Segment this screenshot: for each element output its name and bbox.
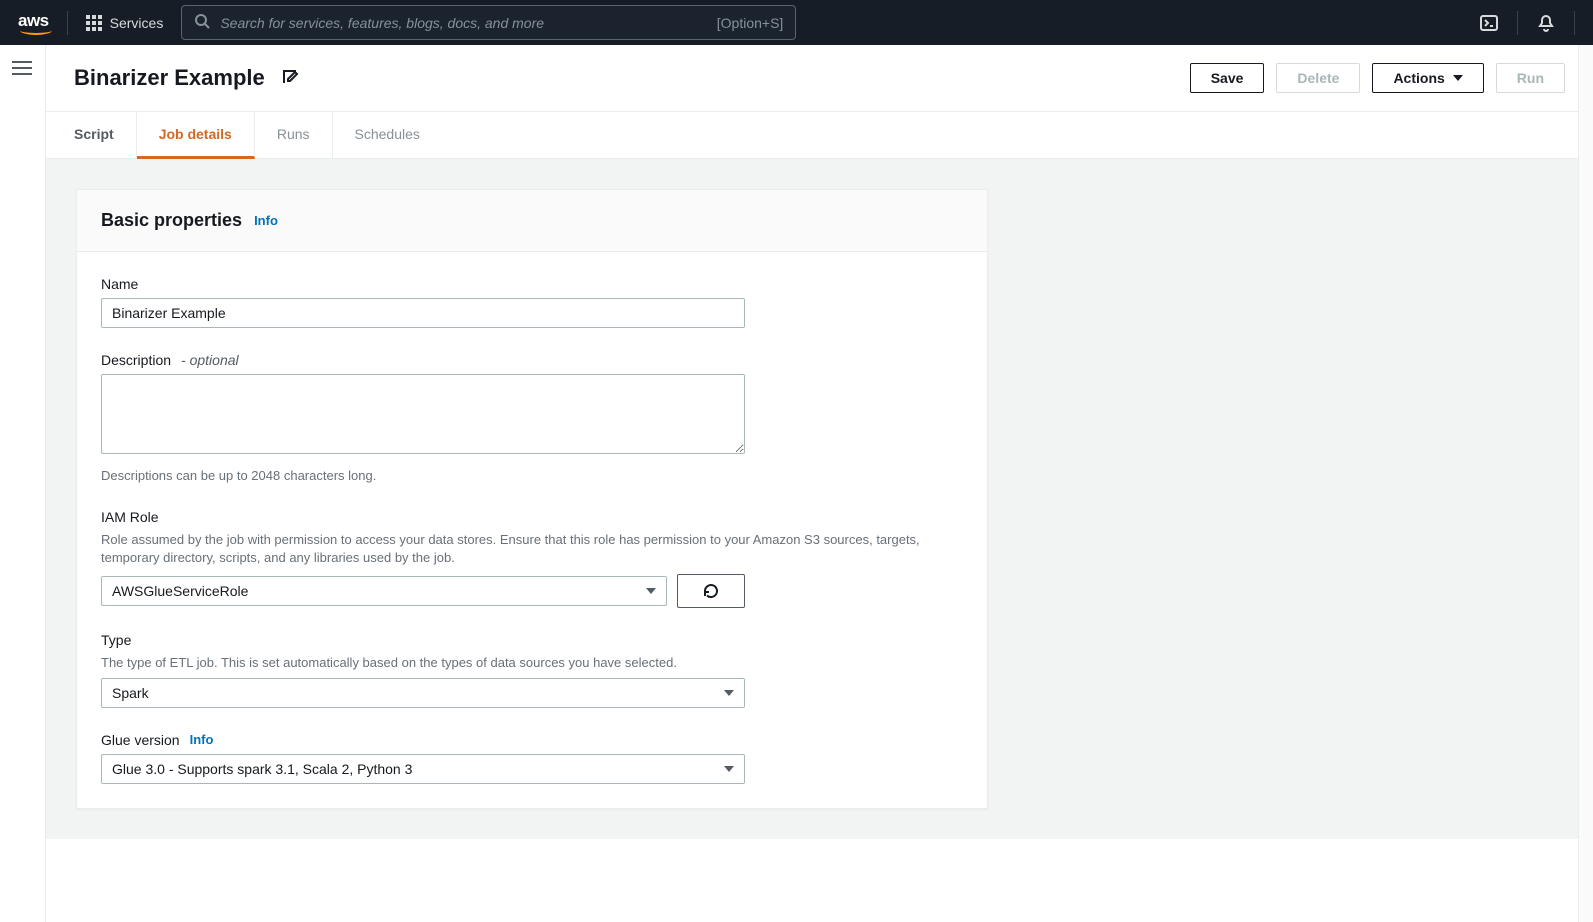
label-optional: - optional xyxy=(181,352,239,368)
services-label: Services xyxy=(110,15,164,31)
grid-icon xyxy=(86,15,102,31)
basic-properties-panel: Basic properties Info Name Description -… xyxy=(76,189,988,809)
delete-button[interactable]: Delete xyxy=(1276,63,1360,93)
page-title: Binarizer Example xyxy=(74,65,265,91)
aws-logo[interactable]: aws xyxy=(18,11,49,35)
glue-version-select[interactable]: Glue 3.0 - Supports spark 3.1, Scala 2, … xyxy=(101,754,745,784)
tab-runs[interactable]: Runs xyxy=(255,112,333,158)
nav-divider xyxy=(67,11,68,35)
nav-divider xyxy=(1517,11,1518,35)
search-icon xyxy=(194,13,210,32)
chevron-down-icon xyxy=(1453,75,1463,81)
scrollbar[interactable] xyxy=(1578,45,1593,922)
field-type: Type The type of ETL job. This is set au… xyxy=(101,632,963,708)
tabs: Script Job details Runs Schedules xyxy=(46,112,1593,159)
field-description: Description - optional Descriptions can … xyxy=(101,352,963,485)
description-input[interactable] xyxy=(101,374,745,454)
label-type: Type xyxy=(101,632,963,648)
type-value: Spark xyxy=(112,685,149,701)
actions-button[interactable]: Actions xyxy=(1372,63,1483,93)
type-help: The type of ETL job. This is set automat… xyxy=(101,654,963,672)
cloudshell-icon[interactable] xyxy=(1479,13,1499,33)
search-input[interactable] xyxy=(220,15,706,31)
page-header: Binarizer Example Save Delete Actions Ru… xyxy=(46,45,1593,112)
name-input[interactable] xyxy=(101,298,745,328)
tab-job-details[interactable]: Job details xyxy=(137,112,255,159)
save-button[interactable]: Save xyxy=(1190,63,1265,93)
iam-role-help: Role assumed by the job with permission … xyxy=(101,531,963,567)
panel-info-link[interactable]: Info xyxy=(254,213,278,228)
tab-schedules[interactable]: Schedules xyxy=(333,112,442,158)
actions-label: Actions xyxy=(1393,70,1444,86)
side-nav-toggle[interactable] xyxy=(12,58,32,78)
label-glue-version: Glue version xyxy=(101,732,180,748)
search-shortcut: [Option+S] xyxy=(717,15,784,31)
notifications-icon[interactable] xyxy=(1536,13,1556,33)
chevron-down-icon xyxy=(724,766,734,772)
global-search[interactable]: [Option+S] xyxy=(181,5,796,40)
top-nav: aws Services [Option+S] xyxy=(0,0,1593,45)
nav-divider xyxy=(1574,11,1575,35)
refresh-icon xyxy=(702,582,720,600)
page-wrap: Binarizer Example Save Delete Actions Ru… xyxy=(45,45,1593,922)
run-button[interactable]: Run xyxy=(1496,63,1565,93)
panel-title: Basic properties xyxy=(101,210,242,231)
refresh-iam-button[interactable] xyxy=(677,574,745,608)
chevron-down-icon xyxy=(646,588,656,594)
services-menu-button[interactable]: Services xyxy=(86,15,164,31)
glue-version-info-link[interactable]: Info xyxy=(190,732,214,747)
content-area: Basic properties Info Name Description -… xyxy=(46,159,1593,839)
iam-role-select[interactable]: AWSGlueServiceRole xyxy=(101,576,667,606)
iam-role-value: AWSGlueServiceRole xyxy=(112,583,248,599)
glue-version-value: Glue 3.0 - Supports spark 3.1, Scala 2, … xyxy=(112,761,412,777)
edit-title-icon[interactable] xyxy=(281,68,299,89)
tab-script[interactable]: Script xyxy=(74,112,137,158)
label-name: Name xyxy=(101,276,963,292)
description-help: Descriptions can be up to 2048 character… xyxy=(101,467,963,485)
type-select[interactable]: Spark xyxy=(101,678,745,708)
label-iam-role: IAM Role xyxy=(101,509,963,525)
field-iam-role: IAM Role Role assumed by the job with pe… xyxy=(101,509,963,607)
chevron-down-icon xyxy=(724,690,734,696)
field-name: Name xyxy=(101,276,963,328)
field-glue-version: Glue version Info Glue 3.0 - Supports sp… xyxy=(101,732,963,784)
label-description: Description xyxy=(101,352,171,368)
